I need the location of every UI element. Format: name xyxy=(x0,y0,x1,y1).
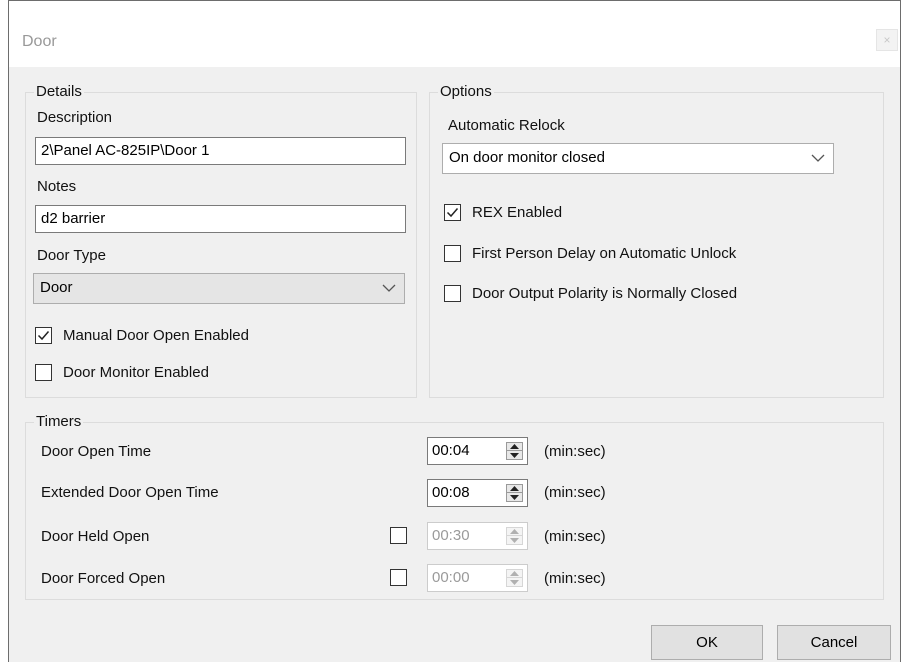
window-title: Door xyxy=(22,33,57,50)
checkmark-icon xyxy=(446,208,459,218)
door-held-open-unit: (min:sec) xyxy=(544,528,606,545)
automatic-relock-select[interactable]: On door monitor closed xyxy=(442,143,834,174)
spin-arrows-icon[interactable] xyxy=(506,569,523,587)
cancel-button[interactable]: Cancel xyxy=(777,625,891,660)
automatic-relock-label: Automatic Relock xyxy=(448,117,565,134)
door-open-time-unit: (min:sec) xyxy=(544,443,606,460)
rex-enabled-checkbox[interactable] xyxy=(444,204,461,221)
notes-field[interactable]: d2 barrier xyxy=(35,205,406,233)
door-forced-open-checkbox[interactable] xyxy=(390,569,407,586)
extended-door-open-time-value: 00:08 xyxy=(432,484,470,501)
rex-enabled-label[interactable]: REX Enabled xyxy=(472,204,562,221)
description-label: Description xyxy=(37,109,113,126)
door-held-open-stepper[interactable]: 00:30 xyxy=(427,522,528,550)
extended-door-open-time-stepper[interactable]: 00:08 xyxy=(427,479,528,507)
manual-door-open-checkbox[interactable] xyxy=(35,327,52,344)
checkmark-icon xyxy=(37,331,50,341)
first-person-delay-checkbox[interactable] xyxy=(444,245,461,262)
description-field[interactable]: 2\Panel AC-825IP\Door 1 xyxy=(35,137,406,165)
title-bar: Door × xyxy=(9,1,900,67)
timer-label-door-open-time: Door Open Time xyxy=(41,443,152,460)
chevron-down-icon xyxy=(382,284,396,292)
close-icon: × xyxy=(883,33,891,47)
ok-button[interactable]: OK xyxy=(651,625,763,660)
timer-label-door-forced-open: Door Forced Open xyxy=(41,570,166,587)
door-forced-open-stepper[interactable]: 00:00 xyxy=(427,564,528,592)
timer-label-door-held-open: Door Held Open xyxy=(41,528,150,545)
door-open-time-stepper[interactable]: 00:04 xyxy=(427,437,528,465)
door-forced-open-value: 00:00 xyxy=(432,569,470,586)
door-held-open-value: 00:30 xyxy=(432,527,470,544)
door-dialog: Door × Details Description 2\Panel AC-82… xyxy=(8,0,901,662)
output-polarity-label[interactable]: Door Output Polarity is Normally Closed xyxy=(472,285,737,302)
details-group-label: Details xyxy=(34,83,84,100)
manual-door-open-label[interactable]: Manual Door Open Enabled xyxy=(63,327,249,344)
door-held-open-checkbox[interactable] xyxy=(390,527,407,544)
spin-arrows-icon[interactable] xyxy=(506,442,523,460)
door-monitor-checkbox[interactable] xyxy=(35,364,52,381)
automatic-relock-value: On door monitor closed xyxy=(449,149,605,166)
door-type-value: Door xyxy=(40,279,73,296)
spin-arrows-icon[interactable] xyxy=(506,484,523,502)
options-group-label: Options xyxy=(438,83,494,100)
door-type-select[interactable]: Door xyxy=(33,273,405,304)
close-button[interactable]: × xyxy=(876,29,898,51)
output-polarity-checkbox[interactable] xyxy=(444,285,461,302)
spin-arrows-icon[interactable] xyxy=(506,527,523,545)
first-person-delay-label[interactable]: First Person Delay on Automatic Unlock xyxy=(472,245,736,262)
timer-label-extended-door-open-time: Extended Door Open Time xyxy=(41,484,219,501)
door-forced-open-unit: (min:sec) xyxy=(544,570,606,587)
door-type-label: Door Type xyxy=(37,247,106,264)
chevron-down-icon xyxy=(811,154,825,162)
door-monitor-label[interactable]: Door Monitor Enabled xyxy=(63,364,209,381)
door-open-time-value: 00:04 xyxy=(432,442,470,459)
notes-label: Notes xyxy=(37,178,77,195)
extended-door-open-time-unit: (min:sec) xyxy=(544,484,606,501)
timers-group-label: Timers xyxy=(34,413,84,430)
